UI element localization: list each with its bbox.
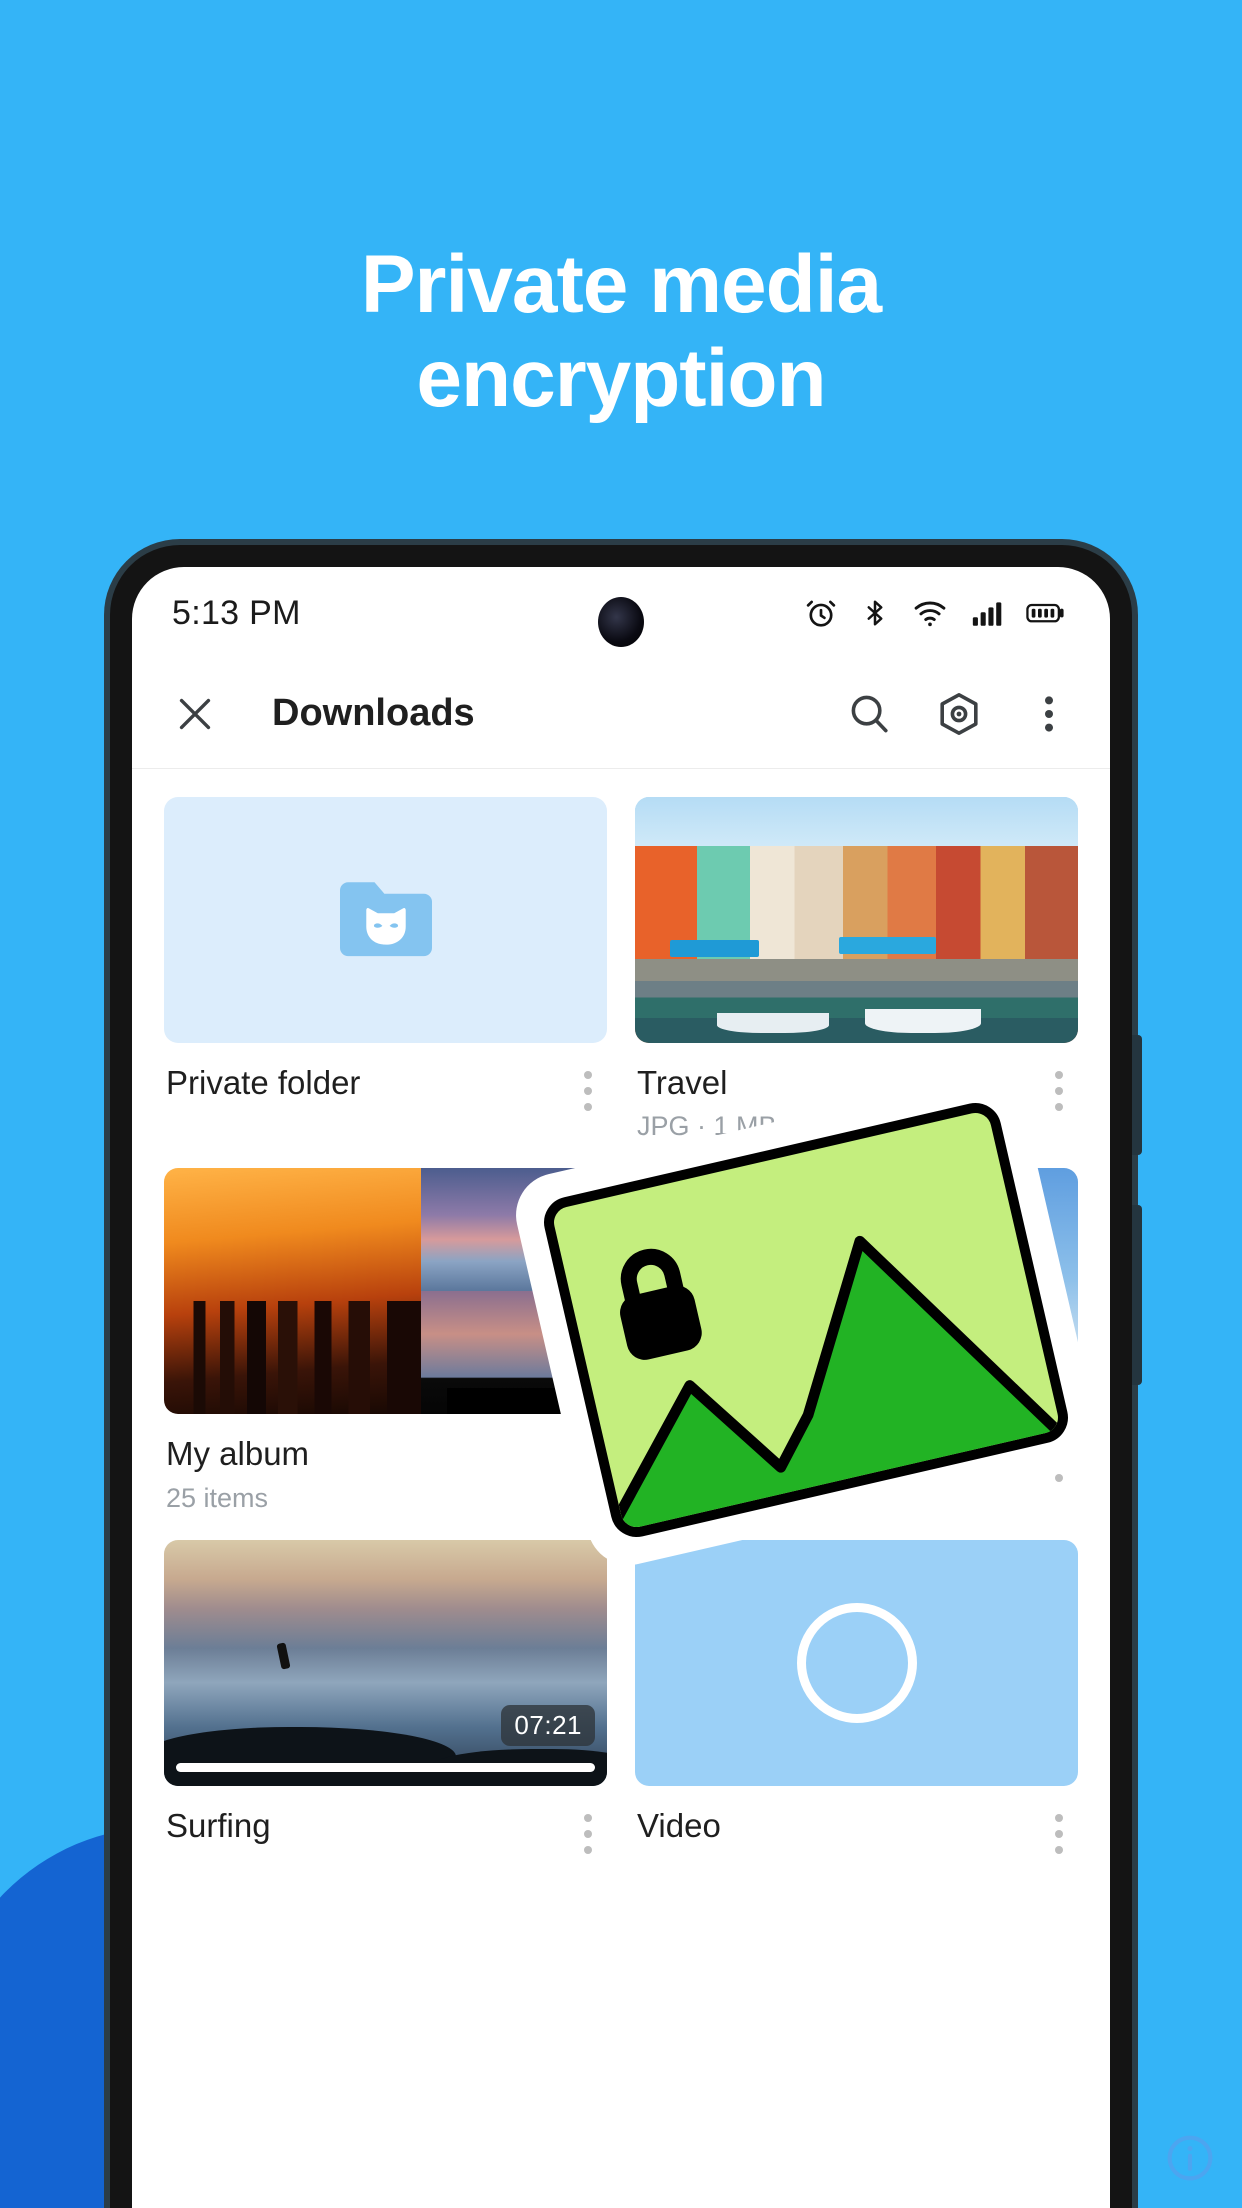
vault-icon[interactable] xyxy=(932,687,986,741)
status-bar-icons xyxy=(804,596,1066,630)
grid-item-subtitle: 25 items xyxy=(166,1482,269,1513)
toolbar-actions xyxy=(842,687,1076,741)
grid-item-meta: Private folder xyxy=(164,1043,607,1137)
grid-item[interactable]: Video xyxy=(627,1539,1086,1880)
search-icon[interactable] xyxy=(842,687,896,741)
grid-item-title: Surfing xyxy=(166,1807,271,1844)
grid-item-title: My album xyxy=(166,1436,310,1473)
grid-item-overflow-icon[interactable] xyxy=(1042,1065,1076,1111)
info-icon[interactable] xyxy=(1164,2132,1216,2184)
decor-surfer xyxy=(276,1642,291,1670)
app-toolbar: Downloads xyxy=(132,659,1110,769)
video-progress-bar[interactable] xyxy=(176,1762,595,1772)
decor-awning xyxy=(670,939,760,957)
phone-volume-button[interactable] xyxy=(1132,1035,1142,1155)
thumbnail-video-placeholder[interactable] xyxy=(635,1539,1078,1786)
private-folder-icon xyxy=(333,874,439,966)
bluetooth-icon xyxy=(860,596,890,630)
thumbnail-private-folder[interactable] xyxy=(164,797,607,1043)
promo-headline: Private media encryption xyxy=(0,238,1242,427)
page-title: Downloads xyxy=(272,692,475,734)
promo-headline-line-1: Private media xyxy=(360,239,882,330)
phone-power-button[interactable] xyxy=(1132,1205,1142,1385)
alarm-icon xyxy=(804,596,838,630)
collage-tile-city xyxy=(164,1168,421,1415)
video-duration-badge: 07:21 xyxy=(501,1704,595,1746)
status-bar-clock: 5:13 PM xyxy=(172,593,301,632)
grid-item-meta: My album 25 items xyxy=(164,1414,607,1539)
grid-item[interactable]: 07:21 Surfing xyxy=(156,1539,615,1880)
grid-item[interactable]: Private folder xyxy=(156,797,615,1168)
close-icon[interactable] xyxy=(168,687,222,741)
front-camera-punch-hole xyxy=(598,597,644,647)
battery-icon xyxy=(1026,596,1066,630)
grid-item-meta: Surfing xyxy=(164,1786,607,1880)
grid-item-overflow-icon[interactable] xyxy=(571,1065,605,1111)
thumbnail-surfing-video[interactable]: 07:21 xyxy=(164,1539,607,1786)
grid-item-title: Private folder xyxy=(166,1065,361,1101)
decor-awning xyxy=(838,937,937,955)
play-circle-icon[interactable] xyxy=(796,1602,917,1723)
thumbnail-travel-photo[interactable] xyxy=(635,797,1078,1043)
decor-boat xyxy=(865,1008,981,1034)
grid-item-title: Video xyxy=(637,1807,721,1844)
sticker-artwork xyxy=(538,1097,1074,1543)
decor-rock xyxy=(164,1726,457,1786)
grid-item-overflow-icon[interactable] xyxy=(571,1808,605,1854)
overflow-menu-icon[interactable] xyxy=(1022,687,1076,741)
wifi-icon xyxy=(912,596,948,630)
cellular-signal-icon xyxy=(970,596,1004,630)
status-bar: 5:13 PM xyxy=(132,567,1110,659)
grid-item-overflow-icon[interactable] xyxy=(1042,1808,1076,1854)
promo-headline-line-2: encryption xyxy=(416,333,826,425)
grid-item-meta: Video xyxy=(635,1786,1078,1880)
